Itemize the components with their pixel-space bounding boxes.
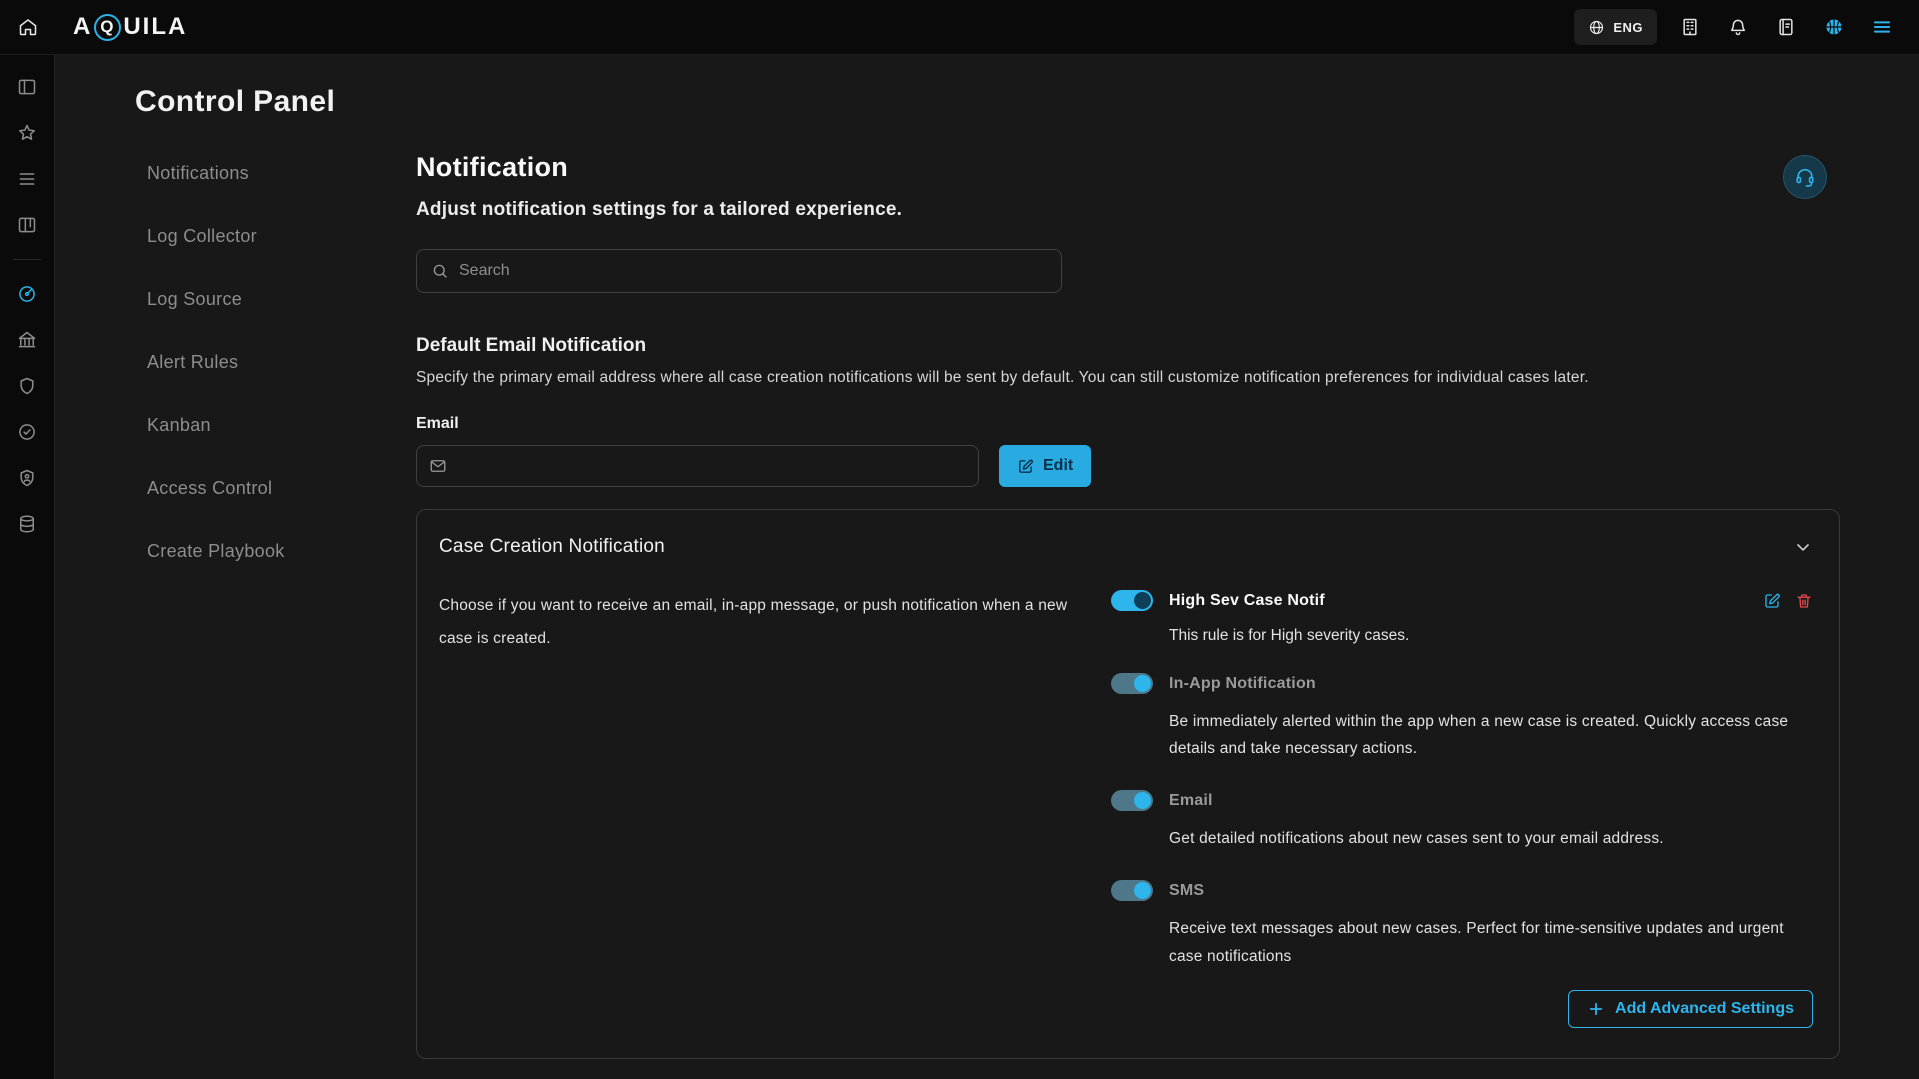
shield-user-icon[interactable]	[9, 460, 45, 496]
search-bar	[416, 249, 1062, 293]
edit-button-label: Edit	[1043, 457, 1073, 475]
star-icon[interactable]	[9, 115, 45, 151]
brand-text-prefix: A	[73, 13, 92, 41]
search-input[interactable]	[459, 262, 1047, 280]
headset-icon	[1794, 166, 1816, 188]
sidebar-nav: Notifications Log Collector Log Source A…	[135, 163, 416, 562]
kanban-layout-icon[interactable]	[9, 207, 45, 243]
list-icon[interactable]	[9, 161, 45, 197]
default-email-title: Default Email Notification	[416, 335, 1840, 357]
channel-row: Email	[1111, 790, 1813, 811]
sidebar-item-log-source[interactable]: Log Source	[147, 289, 416, 310]
sidebar-item-notifications[interactable]: Notifications	[147, 163, 416, 184]
card-header: Case Creation Notification	[439, 536, 1813, 558]
database-icon[interactable]	[9, 506, 45, 542]
language-label: ENG	[1613, 20, 1643, 35]
icon-rail	[0, 55, 55, 1079]
channel-in-app: In-App Notification Be immediately alert…	[1111, 673, 1813, 762]
channel-email: Email Get detailed notifications about n…	[1111, 790, 1813, 852]
organization-icon[interactable]	[1675, 12, 1705, 42]
plus-icon	[1587, 1000, 1605, 1018]
content-area: Control Panel Notifications Log Collecto…	[55, 55, 1919, 1079]
email-toggle[interactable]	[1111, 790, 1153, 811]
card-title: Case Creation Notification	[439, 536, 665, 558]
delete-rule-icon[interactable]	[1795, 592, 1813, 610]
notifications-bell-icon[interactable]	[1723, 12, 1753, 42]
edit-pencil-icon	[1017, 458, 1034, 475]
section-heading: Notification	[416, 152, 1840, 183]
section-subheading: Adjust notification settings for a tailo…	[416, 199, 1840, 221]
topbar: A Q UILA ENG	[0, 0, 1919, 55]
language-selector[interactable]: ENG	[1574, 9, 1657, 45]
high-sev-toggle[interactable]	[1111, 590, 1153, 611]
toggle-knob	[1134, 792, 1151, 809]
brand-text-suffix: UILA	[123, 13, 187, 41]
card-footer: Add Advanced Settings	[439, 990, 1813, 1028]
in-app-toggle[interactable]	[1111, 673, 1153, 694]
add-advanced-settings-button[interactable]: Add Advanced Settings	[1568, 990, 1813, 1028]
page-title: Control Panel	[135, 85, 416, 119]
card-settings-column: High Sev Case Notif	[1111, 590, 1813, 970]
globe-icon	[1588, 19, 1605, 36]
email-field[interactable]	[457, 458, 966, 475]
rail-divider	[13, 259, 41, 260]
email-field-wrap	[416, 445, 979, 487]
mail-icon	[429, 457, 447, 475]
body-row: Control Panel Notifications Log Collecto…	[0, 55, 1919, 1079]
sidebar-item-kanban[interactable]: Kanban	[147, 415, 416, 436]
shield-icon[interactable]	[9, 368, 45, 404]
control-panel-sidebar: Control Panel Notifications Log Collecto…	[55, 55, 416, 1079]
sports-ball-icon[interactable]	[1819, 12, 1849, 42]
channel-label: Email	[1169, 792, 1213, 810]
toggle-knob	[1134, 675, 1151, 692]
channel-row: In-App Notification	[1111, 673, 1813, 694]
rule-row: High Sev Case Notif	[1111, 590, 1813, 611]
app-root: A Q UILA ENG	[0, 0, 1919, 1079]
radar-compass-icon[interactable]	[9, 276, 45, 312]
default-email-description: Specify the primary email address where …	[416, 369, 1840, 387]
channel-label: In-App Notification	[1169, 675, 1316, 693]
rule-actions	[1763, 592, 1813, 610]
channel-description: Receive text messages about new cases. P…	[1111, 915, 1813, 969]
home-icon[interactable]	[0, 17, 55, 37]
brand-q-mark: Q	[94, 14, 121, 41]
sidebar-item-create-playbook[interactable]: Create Playbook	[147, 541, 416, 562]
badge-check-icon[interactable]	[9, 414, 45, 450]
card-description: Choose if you want to receive an email, …	[439, 590, 1079, 970]
toggle-knob	[1134, 592, 1151, 609]
rule-description: This rule is for High severity cases.	[1111, 627, 1813, 645]
sidebar-item-access-control[interactable]: Access Control	[147, 478, 416, 499]
channel-description: Get detailed notifications about new cas…	[1111, 825, 1813, 852]
topbar-actions: ENG	[1574, 9, 1919, 45]
search-icon	[431, 262, 449, 280]
edit-email-button[interactable]: Edit	[999, 445, 1091, 487]
edit-rule-icon[interactable]	[1763, 592, 1781, 610]
email-row: Edit	[416, 445, 1840, 487]
channel-sms: SMS Receive text messages about new case…	[1111, 880, 1813, 969]
channel-description: Be immediately alerted within the app wh…	[1111, 708, 1813, 762]
email-label: Email	[416, 415, 1840, 433]
case-creation-card: Case Creation Notification Choose if you…	[416, 509, 1840, 1059]
add-advanced-settings-label: Add Advanced Settings	[1615, 1000, 1794, 1018]
rule-name: High Sev Case Notif	[1169, 592, 1325, 610]
notification-settings-panel: Notification Adjust notification setting…	[416, 55, 1919, 1079]
channel-row: SMS	[1111, 880, 1813, 901]
brand-logo[interactable]: A Q UILA	[73, 13, 187, 41]
menu-icon[interactable]	[1867, 12, 1897, 42]
sms-toggle[interactable]	[1111, 880, 1153, 901]
sidebar-item-log-collector[interactable]: Log Collector	[147, 226, 416, 247]
channel-label: SMS	[1169, 882, 1204, 900]
assistant-button[interactable]	[1783, 155, 1827, 199]
contacts-book-icon[interactable]	[1771, 12, 1801, 42]
panel-left-icon[interactable]	[9, 69, 45, 105]
card-body: Choose if you want to receive an email, …	[439, 590, 1813, 970]
chevron-down-icon[interactable]	[1793, 537, 1813, 557]
bank-icon[interactable]	[9, 322, 45, 358]
sidebar-item-alert-rules[interactable]: Alert Rules	[147, 352, 416, 373]
topbar-left: A Q UILA	[0, 13, 187, 41]
toggle-knob	[1134, 882, 1151, 899]
